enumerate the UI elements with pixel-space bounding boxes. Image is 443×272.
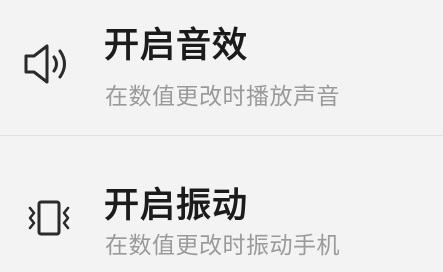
vibration-title: 开启振动: [104, 186, 249, 226]
settings-list: 开启音效 在数值更改时播放声音 开启振动 在数值更改时振动手机: [0, 0, 443, 272]
speaker-icon: [20, 38, 78, 90]
vibrate-icon: [20, 192, 78, 244]
sound-effects-setting[interactable]: 开启音效 在数值更改时播放声音: [0, 0, 443, 136]
sound-effects-title: 开启音效: [104, 26, 249, 66]
vibration-setting[interactable]: 开启振动 在数值更改时振动手机: [0, 136, 443, 272]
vibration-description: 在数值更改时振动手机: [105, 233, 340, 259]
sound-effects-description: 在数值更改时播放声音: [105, 84, 340, 110]
